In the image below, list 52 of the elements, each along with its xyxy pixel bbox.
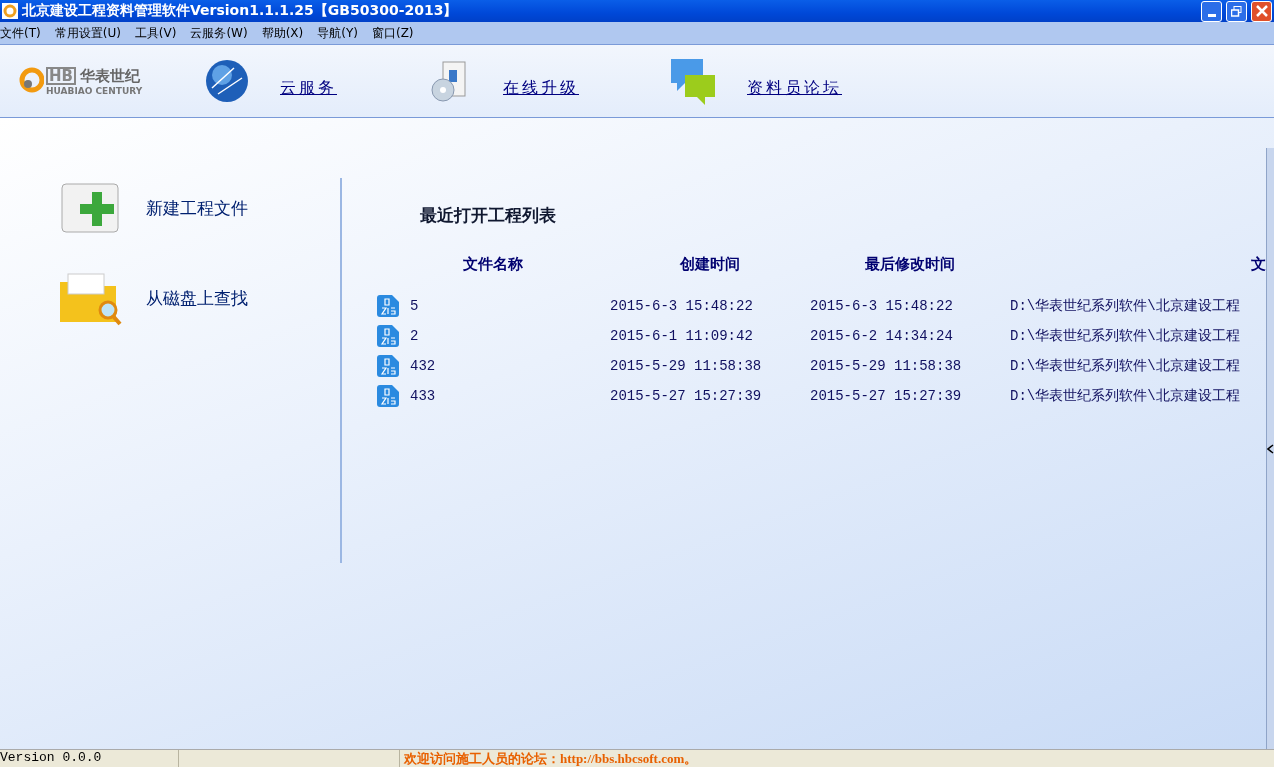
table-cell: 432 [410,358,436,374]
table-cell: 2015-5-27 15:27:39 [810,388,962,404]
restore-button[interactable] [1226,0,1247,22]
menu-item[interactable]: 常用设置(U) [54,24,129,42]
table-cell: 2015-5-29 11:58:38 [810,358,962,374]
restore-icon [1231,5,1242,17]
menu-item[interactable]: 云服务(W) [190,24,256,42]
app-icon [2,3,18,19]
chat-bubbles-icon [669,57,717,105]
table-cell: D:\华表世纪系列软件\北京建设工程 [1010,387,1240,405]
toolbar-link[interactable]: 云服务 [280,77,337,99]
version-label: Version 0.0.0 [0,750,179,767]
table-cell: 2015-6-3 15:48:22 [810,298,953,314]
close-button[interactable] [1251,0,1272,22]
status-message: 欢迎访问施工人员的论坛：http://bbs.hbcsoft.com。 [403,750,699,767]
section-title: 最近打开工程列表 [420,204,557,227]
globe-icon [204,58,250,104]
zls-file-icon [376,384,400,408]
zls-file-icon [376,354,400,378]
menu-item[interactable]: 工具(V) [134,24,185,42]
table-cell: 433 [410,388,436,404]
action-link[interactable]: 新建工程文件 [0,178,340,238]
table-cell: 2015-6-2 14:34:24 [810,328,953,344]
minimize-icon [1207,13,1216,17]
menu-item[interactable]: 帮助(X) [261,24,312,42]
column-header: 创建时间 [679,255,741,275]
table-cell: D:\华表世纪系列软件\北京建设工程 [1010,357,1240,375]
minimize-button[interactable] [1201,0,1222,22]
table-cell: D:\华表世纪系列软件\北京建设工程 [1010,327,1240,345]
window-title: 北京建设工程资料管理软件Version1.1.1.25【GB50300-2013】 [22,2,459,20]
table-cell: 2015-5-29 11:58:38 [610,358,762,374]
close-icon [1255,5,1268,17]
menu-item[interactable]: 窗口(Z) [371,24,422,42]
logo-mark: HB [46,67,76,85]
menu-item[interactable]: 文件(T) [0,24,49,42]
toolbar-link[interactable]: 在线升级 [503,77,579,99]
toolbar-link[interactable]: 资料员论坛 [747,77,842,99]
logo-name: 华表世纪 [80,66,140,86]
column-header: 最后修改时间 [864,255,956,275]
menu-item[interactable]: 导航(Y) [317,24,366,42]
zls-file-icon [376,324,400,348]
table-cell: 2015-6-3 15:48:22 [610,298,753,314]
table-cell: 5 [410,298,419,314]
logo-subtitle: HUABIAO CENTURY [46,85,143,96]
table-cell: D:\华表世纪系列软件\北京建设工程 [1010,297,1240,315]
column-header: 文 [1250,255,1266,275]
table-cell: 2015-6-1 11:09:42 [610,328,753,344]
table-cell: 2 [410,328,419,344]
column-header: 文件名称 [462,255,524,275]
zls-file-icon [376,294,400,318]
action-link[interactable]: 从磁盘上查找 [0,268,340,328]
table-cell: 2015-5-27 15:27:39 [610,388,762,404]
